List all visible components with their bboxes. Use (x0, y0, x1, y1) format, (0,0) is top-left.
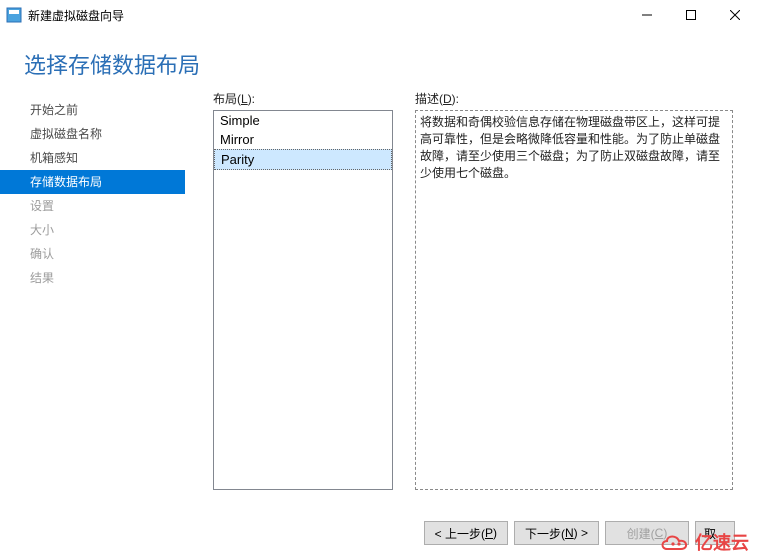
step-item[interactable]: 机箱感知 (0, 146, 185, 170)
minimize-button[interactable] (625, 0, 669, 30)
description-column: 描述(D): 将数据和奇偶校验信息存储在物理磁盘带区上，这样可提高可靠性，但是会… (415, 90, 733, 490)
layout-label-accel: L (241, 92, 248, 106)
next-button-pre: 下一步( (525, 525, 565, 542)
create-button-pre: 创建( (627, 525, 655, 542)
heading-area: 选择存储数据布局 (0, 30, 757, 90)
step-item[interactable]: 存储数据布局 (0, 170, 185, 194)
maximize-button[interactable] (669, 0, 713, 30)
description-label-prefix: 描述( (415, 92, 443, 106)
next-button-accel: N (565, 526, 574, 540)
layout-column: 布局(L): SimpleMirrorParity (213, 90, 393, 490)
layout-label: 布局(L): (213, 90, 393, 110)
watermark: 亿速云 (659, 529, 749, 555)
prev-button-pre: < 上一步( (435, 525, 485, 542)
layout-label-suffix: ): (248, 92, 255, 106)
description-textbox: 将数据和奇偶校验信息存储在物理磁盘带区上，这样可提高可靠性，但是会略微降低容量和… (415, 110, 733, 490)
content-row: 开始之前虚拟磁盘名称机箱感知存储数据布局设置大小确认结果 布局(L): Simp… (0, 90, 757, 490)
wizard-steps: 开始之前虚拟磁盘名称机箱感知存储数据布局设置大小确认结果 (0, 90, 185, 490)
step-item: 确认 (0, 242, 185, 266)
step-item[interactable]: 开始之前 (0, 98, 185, 122)
window-controls (625, 0, 757, 30)
layout-listbox[interactable]: SimpleMirrorParity (213, 110, 393, 490)
app-icon (6, 7, 22, 23)
step-item: 结果 (0, 266, 185, 290)
layout-option[interactable]: Parity (214, 149, 392, 170)
prev-button[interactable]: < 上一步(P) (424, 521, 508, 545)
next-button-post: ) > (574, 526, 588, 540)
watermark-icon (659, 531, 691, 553)
window-title: 新建虚拟磁盘向导 (28, 7, 124, 24)
prev-button-accel: P (485, 526, 493, 540)
layout-option[interactable]: Simple (214, 111, 392, 130)
next-button[interactable]: 下一步(N) > (514, 521, 599, 545)
layout-option[interactable]: Mirror (214, 130, 392, 149)
step-item[interactable]: 虚拟磁盘名称 (0, 122, 185, 146)
description-label-suffix: ): (452, 92, 459, 106)
close-button[interactable] (713, 0, 757, 30)
layout-label-prefix: 布局( (213, 92, 241, 106)
titlebar: 新建虚拟磁盘向导 (0, 0, 757, 30)
description-label-accel: D (443, 92, 452, 106)
watermark-text: 亿速云 (695, 529, 749, 555)
step-item: 设置 (0, 194, 185, 218)
prev-button-post: ) (493, 526, 497, 540)
page-title: 选择存储数据布局 (24, 48, 757, 80)
step-item: 大小 (0, 218, 185, 242)
description-label: 描述(D): (415, 90, 733, 110)
